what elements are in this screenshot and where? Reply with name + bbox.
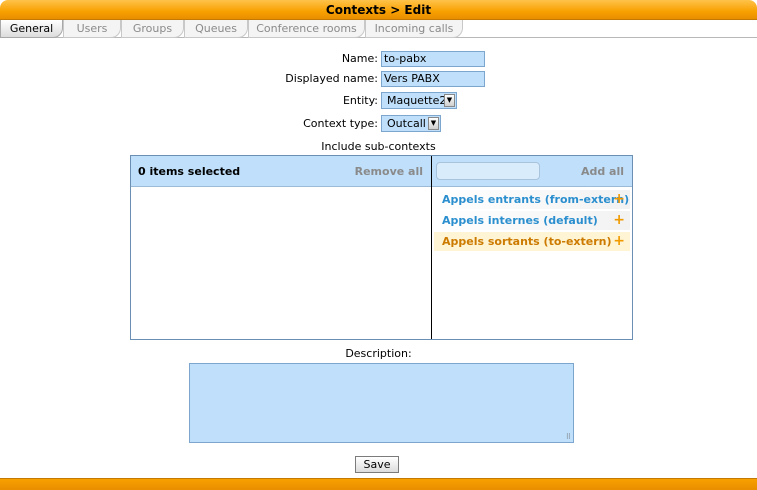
displayed-name-input[interactable]: Vers PABX: [381, 71, 485, 87]
entity-label: Entity:: [342, 94, 378, 107]
save-button[interactable]: Save: [355, 456, 399, 473]
selected-list-panel: 0 items selected Remove all: [131, 156, 432, 339]
displayed-name-label: Displayed name:: [285, 72, 378, 85]
plus-icon[interactable]: +: [613, 232, 625, 251]
context-type-select-value: Outcall: [387, 117, 426, 130]
list-item-label: Appels entrants (from-extern): [442, 193, 630, 206]
tab-incoming-calls[interactable]: Incoming calls: [365, 20, 463, 38]
plus-icon[interactable]: +: [613, 211, 625, 230]
tab-queues[interactable]: Queues: [184, 20, 248, 38]
list-item-label: Appels sortants (to-extern): [442, 235, 612, 248]
available-list-header: Add all: [432, 156, 632, 187]
page-title: Contexts > Edit: [325, 3, 432, 17]
remove-all-link[interactable]: Remove all: [355, 165, 423, 178]
description-label: Description:: [345, 347, 412, 360]
description-textarea[interactable]: ⠿: [189, 363, 574, 443]
entity-select-value: Maquette2: [387, 94, 447, 107]
footer-bar: [0, 478, 757, 490]
list-item[interactable]: Appels entrants (from-extern) +: [434, 190, 630, 209]
window-title-bar: Contexts > Edit: [0, 0, 757, 20]
tab-users[interactable]: Users: [63, 20, 121, 38]
context-type-label: Context type:: [303, 117, 378, 130]
tab-groups[interactable]: Groups: [121, 20, 184, 38]
resize-grip-icon[interactable]: ⠿: [566, 434, 571, 441]
search-input[interactable]: [436, 162, 540, 180]
dropdown-arrow-icon: ▼: [444, 94, 455, 107]
tab-bar: General Users Groups Queues Conference r…: [0, 20, 757, 38]
name-label: Name:: [341, 52, 378, 65]
tab-conference-rooms[interactable]: Conference rooms: [248, 20, 365, 38]
name-input[interactable]: to-pabx: [381, 51, 485, 67]
subcontexts-multiselect: 0 items selected Remove all Add all Appe…: [130, 155, 633, 340]
list-item[interactable]: Appels sortants (to-extern) +: [434, 232, 630, 251]
list-item-label: Appels internes (default): [442, 214, 598, 227]
selected-count: 0 items selected: [138, 165, 241, 178]
context-type-select[interactable]: Outcall ▼: [381, 115, 441, 132]
plus-icon[interactable]: +: [613, 190, 625, 209]
entity-select[interactable]: Maquette2 ▼: [381, 92, 457, 109]
subcontexts-title: Include sub-contexts: [321, 140, 436, 153]
selected-list-header: 0 items selected Remove all: [131, 156, 431, 187]
dropdown-arrow-icon: ▼: [428, 117, 439, 130]
list-item[interactable]: Appels internes (default) +: [434, 211, 630, 230]
available-list-panel: Add all Appels entrants (from-extern) + …: [432, 156, 632, 339]
tab-general[interactable]: General: [0, 20, 63, 38]
add-all-link[interactable]: Add all: [581, 165, 624, 178]
